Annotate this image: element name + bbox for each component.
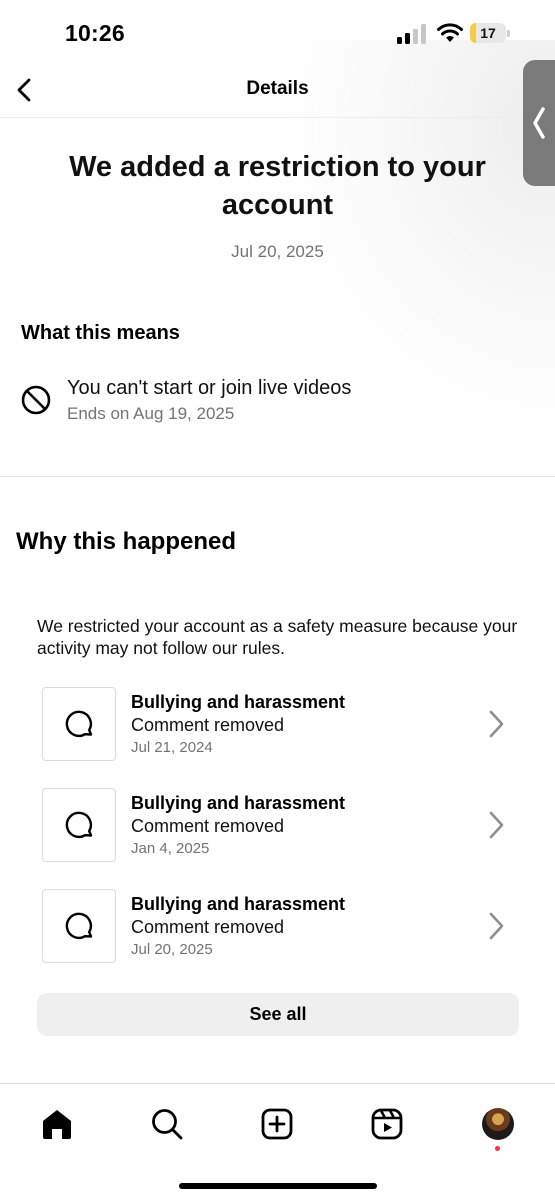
chevron-right-icon xyxy=(489,710,504,738)
restriction-headline: We added a restriction to your account xyxy=(69,151,486,221)
status-bar: 10:26 17 xyxy=(0,0,555,62)
chevron-right-icon xyxy=(489,811,504,839)
chevron-right-icon xyxy=(489,912,504,940)
violation-status: Comment removed xyxy=(131,917,285,937)
violation-status: Comment removed xyxy=(131,715,285,735)
comment-bubble-icon xyxy=(65,912,93,940)
comment-bubble-icon xyxy=(65,710,93,738)
wifi-icon xyxy=(437,23,463,42)
cellular-signal-icon xyxy=(397,24,426,44)
search-icon[interactable] xyxy=(149,1106,185,1142)
what-this-means-heading: What this means xyxy=(21,322,180,344)
violation-thumbnail xyxy=(42,687,116,761)
create-post-icon[interactable] xyxy=(259,1106,295,1142)
violation-item[interactable]: Bullying and harassment Comment removed … xyxy=(42,788,522,862)
violation-date: Jan 4, 2025 xyxy=(131,840,210,857)
prohibited-icon xyxy=(21,385,51,415)
violation-date: Jul 21, 2024 xyxy=(131,739,213,756)
restriction-end-date: Ends on Aug 19, 2025 xyxy=(67,404,235,423)
violation-title: Bullying and harassment xyxy=(131,894,346,914)
violation-thumbnail xyxy=(42,889,116,963)
violation-item[interactable]: Bullying and harassment Comment removed … xyxy=(42,687,522,761)
why-explanation: We restricted your account as a safety m… xyxy=(37,616,518,658)
page-title: Details xyxy=(246,78,309,99)
home-indicator xyxy=(179,1183,377,1189)
why-this-happened-heading: Why this happened xyxy=(16,528,237,555)
home-icon[interactable] xyxy=(39,1106,75,1142)
see-all-button[interactable]: See all xyxy=(37,993,519,1036)
restriction-description: You can't start or join live videos xyxy=(67,377,352,399)
chevron-left-icon xyxy=(533,107,545,139)
status-time: 10:26 xyxy=(65,20,125,46)
violation-thumbnail xyxy=(42,788,116,862)
section-divider xyxy=(0,476,555,477)
notification-dot xyxy=(495,1146,500,1151)
battery-icon: 17 xyxy=(470,23,510,43)
violation-date: Jul 20, 2025 xyxy=(131,941,213,958)
profile-avatar[interactable] xyxy=(482,1108,514,1140)
comment-bubble-icon xyxy=(65,811,93,839)
violation-title: Bullying and harassment xyxy=(131,793,346,813)
battery-tip xyxy=(507,30,510,37)
battery-level: 17 xyxy=(480,25,496,41)
reels-icon[interactable] xyxy=(369,1106,405,1142)
violation-title: Bullying and harassment xyxy=(131,692,346,712)
side-panel-handle[interactable] xyxy=(523,60,555,186)
nav-bar: Details xyxy=(0,62,555,118)
violation-item[interactable]: Bullying and harassment Comment removed … xyxy=(42,889,522,963)
restriction-date: Jul 20, 2025 xyxy=(231,242,324,261)
violation-status: Comment removed xyxy=(131,816,285,836)
battery-body: 17 xyxy=(470,23,506,43)
